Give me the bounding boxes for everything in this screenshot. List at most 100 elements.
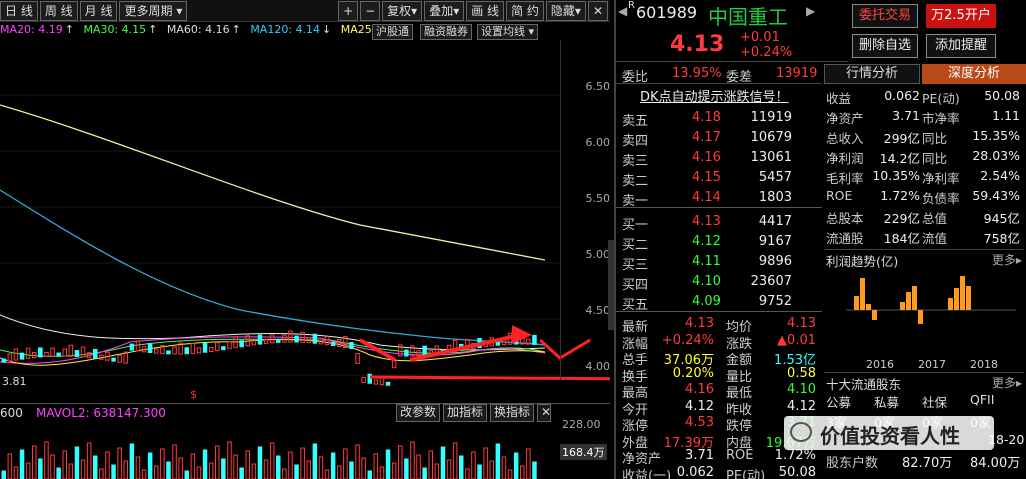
tab-depth-analysis[interactable]: 深度分析 (922, 64, 1026, 84)
fin-label: 总股本 (826, 211, 864, 226)
add-alert-button[interactable]: 添加提醒 (926, 34, 996, 58)
candle (404, 349, 409, 357)
candle (349, 341, 354, 349)
top10-more[interactable]: 更多▸ (992, 374, 1022, 391)
fin-label: 净利润 (826, 151, 864, 166)
chart-grid (0, 94, 560, 376)
fin-value: 299亿 (883, 131, 920, 146)
volume-bar (208, 462, 214, 479)
remove-watchlist-button[interactable]: 删除自选 (852, 34, 918, 58)
quote-row: 收益(一) 0.062 PE(动) 50.08 (616, 465, 822, 479)
bid-row[interactable]: 买五 4.09 9752 (616, 294, 822, 313)
chart-toolbar: 日 线 周 线 月 线 更多周期 ▾ + − 复权▾ 叠加▾ 画 线 简 约 隐… (0, 0, 610, 22)
profit-bar (918, 310, 923, 324)
more-period-label: 更多周期 (124, 3, 173, 18)
zoom-in-button[interactable]: + (338, 0, 359, 21)
volume-bar (501, 456, 507, 479)
candle (1, 358, 6, 363)
ask-row[interactable]: 卖五 4.18 11919 (616, 110, 822, 129)
volume-bar (7, 453, 13, 479)
weibi-value: 13.95% (672, 66, 722, 81)
tab-market-analysis[interactable]: 行情分析 (824, 64, 920, 84)
candle (50, 347, 55, 357)
volume-bar (477, 464, 482, 479)
fin-label: 毛利率 (826, 171, 864, 186)
bid-volume: 23607 (750, 274, 792, 289)
ask-row[interactable]: 卖二 4.15 5457 (616, 170, 822, 189)
margin-trading-button[interactable]: 融资融券 (420, 24, 472, 40)
hk-connect-button[interactable]: 沪股通 (372, 24, 413, 40)
quote-value: 4.16 (685, 382, 714, 397)
toolbar-day-button[interactable]: 日 线 (0, 0, 38, 21)
overlay-button[interactable]: 叠加▾ (424, 0, 465, 21)
order-book: 卖五 4.18 11919 卖四 4.17 10679 卖三 4.16 13061 卖二 4.15 5… (616, 106, 822, 316)
candle (373, 379, 379, 385)
ask-row[interactable]: 卖四 4.17 10679 (616, 130, 822, 149)
volume-bar (25, 462, 31, 479)
volume-bar (68, 463, 74, 479)
fin-value: 229亿 (883, 211, 920, 226)
profit-bar (960, 276, 965, 310)
zoom-out-button[interactable]: − (360, 0, 381, 21)
volume-bar (349, 461, 354, 479)
stock-terminal-window: 日 线 周 线 月 线 更多周期 ▾ + − 复权▾ 叠加▾ 画 线 简 约 隐… (0, 0, 1026, 479)
open-account-button[interactable]: 万2.5开户 (926, 4, 996, 28)
ma120-line (0, 189, 546, 346)
adjust-button[interactable]: 复权▾ (382, 0, 423, 21)
volume-bar (269, 442, 275, 479)
ask-price: 4.17 (692, 130, 721, 145)
draw-line-button[interactable]: 画 线 (466, 0, 505, 21)
volume-bar (294, 464, 299, 479)
volume-bar (166, 461, 171, 479)
candle (202, 342, 208, 353)
candle (135, 340, 141, 352)
hide-button[interactable]: 隐藏▾ (545, 0, 586, 21)
volume-bar (215, 445, 220, 479)
candle (495, 341, 501, 346)
volume-bar (312, 443, 318, 479)
toolbar-more-period-button[interactable]: 更多周期 ▾ (119, 0, 188, 21)
switch-indicator-button[interactable]: 换指标 (490, 404, 535, 422)
profit-trend-more[interactable]: 更多▸ (992, 251, 1022, 268)
ma-settings-button[interactable]: 设置均线 ▾ (477, 24, 539, 40)
candlestick-chart[interactable]: 3.81 $ (0, 40, 610, 400)
volume-bar (227, 441, 232, 479)
toolbar-week-button[interactable]: 周 线 (39, 0, 78, 21)
forward-arrow-icon[interactable]: ▶ (806, 4, 815, 18)
volume-bar (483, 447, 488, 479)
bid-price: 4.11 (692, 254, 721, 269)
toolbar-month-button[interactable]: 月 线 (79, 0, 118, 21)
triangle-down-icon: ▾ (453, 3, 460, 18)
ask-row[interactable]: 卖一 4.14 1803 (616, 190, 822, 209)
year-label: 2018 (970, 358, 998, 371)
back-arrow-icon[interactable]: ◀ (618, 4, 627, 18)
bid-row[interactable]: 买二 4.12 9167 (616, 234, 822, 253)
close-chart-button[interactable]: ✕ (587, 0, 608, 21)
quote-label: ROE (726, 448, 754, 463)
dk-signal-link[interactable]: DK点自动提示涨跌信号！ (640, 86, 789, 105)
bid-row[interactable]: 买四 4.10 23607 (616, 274, 822, 293)
edit-params-button[interactable]: 改参数 (396, 404, 441, 422)
bid-row[interactable]: 买三 4.11 9896 (616, 254, 822, 273)
volume-bar (459, 455, 464, 479)
bid-row[interactable]: 买一 4.13 4417 (616, 214, 822, 233)
candle (215, 342, 220, 352)
add-indicator-button[interactable]: 加指标 (443, 404, 488, 422)
close-pane-icon[interactable]: ✕ (537, 404, 551, 422)
stock-name: 中国重工 (708, 5, 788, 29)
volume-bar (93, 455, 98, 479)
quote-value: 50.08 (778, 464, 816, 479)
profit-bar (906, 292, 911, 310)
ask-row[interactable]: 卖三 4.16 13061 (616, 150, 822, 169)
candle (172, 346, 177, 355)
volume-bar (147, 452, 153, 479)
triangle-down-icon: ▾ (528, 25, 535, 38)
price-tick: 5.00 (585, 248, 611, 261)
ma250-line (0, 104, 546, 261)
volume-bar (337, 465, 342, 479)
simple-mode-button[interactable]: 简 约 (506, 0, 544, 21)
top10-title: 十大流通股东 (826, 377, 902, 392)
profit-bar (966, 286, 971, 310)
volume-bar (428, 450, 433, 479)
entrust-trade-button[interactable]: 委托交易 (852, 4, 918, 28)
